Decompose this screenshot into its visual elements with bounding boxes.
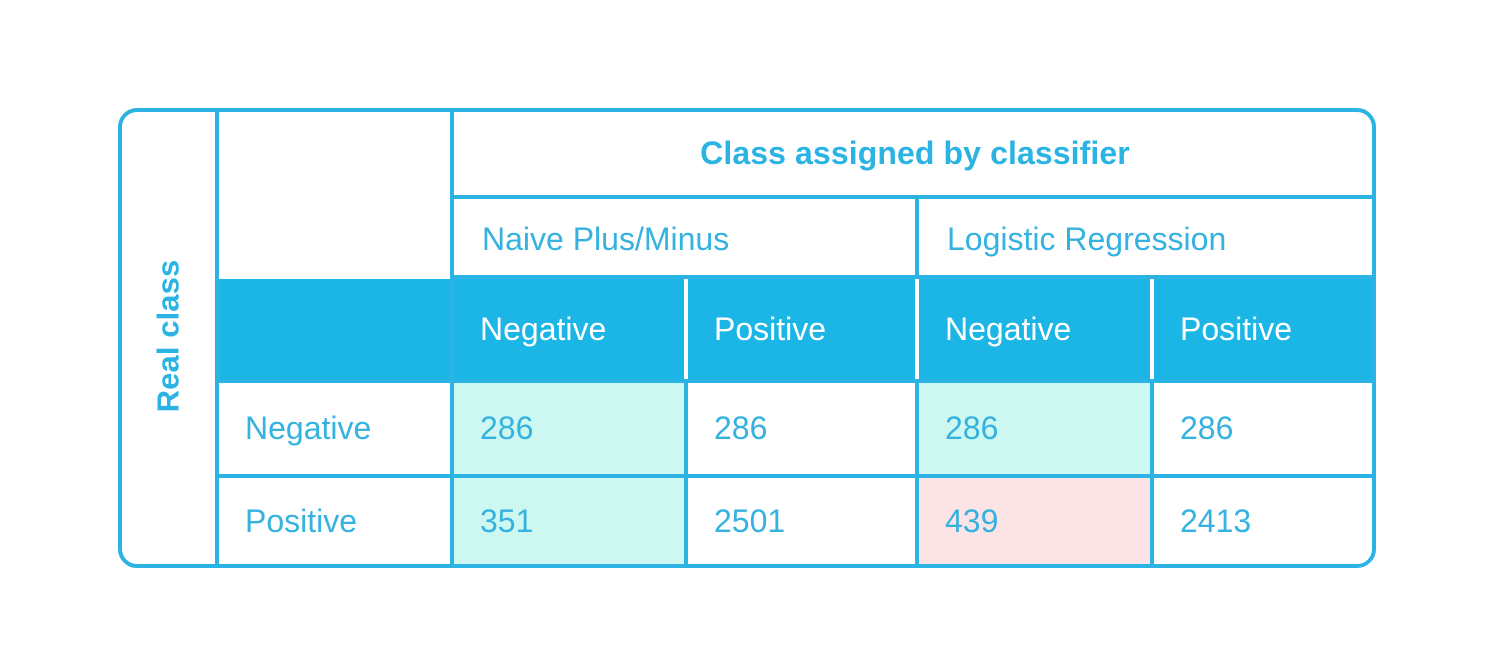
column-header-logreg-positive: Positive [1154,279,1372,379]
column-header-naive-negative: Negative [454,279,684,379]
group-header-logistic-regression: Logistic Regression [947,220,1227,257]
table-cell-r1c2: 439 [919,478,1150,564]
row-header-negative: Negative [219,383,450,474]
row-axis-label: Real class [118,108,219,564]
table-cell-r0c3: 286 [1154,383,1372,474]
figure-canvas: Class assigned by classifier Naive Plus/… [0,0,1485,650]
table-cell-r1c0: 351 [454,478,684,564]
gridline-v-header-logreg-split [1150,279,1154,379]
row-header-positive: Positive [219,478,450,564]
gridline-h-headers [215,379,1372,383]
table-cell-r0c0: 286 [454,383,684,474]
gridline-v-header-naive-split [684,279,688,379]
confusion-matrix-table: Class assigned by classifier Naive Plus/… [118,108,1376,568]
group-header-naive-plus-minus: Naive Plus/Minus [482,220,730,257]
table-cell-r1c1: 2501 [688,478,915,564]
column-header-logreg-negative: Negative [919,279,1150,379]
table-cell-r0c1: 286 [688,383,915,474]
row-axis-label-text: Real class [150,259,186,413]
gridline-h-title [450,195,1372,199]
gridline-v-header-group-split [915,279,919,379]
gridline-h-groups [450,275,1372,279]
table-cell-r1c3: 2413 [1154,478,1372,564]
table-cell-r0c2: 286 [919,383,1150,474]
column-axis-title: Class assigned by classifier [700,135,1130,171]
gridline-h-rows [215,474,1372,478]
gridline-v-rowlabel [450,112,454,564]
column-header-naive-positive: Positive [688,279,915,379]
